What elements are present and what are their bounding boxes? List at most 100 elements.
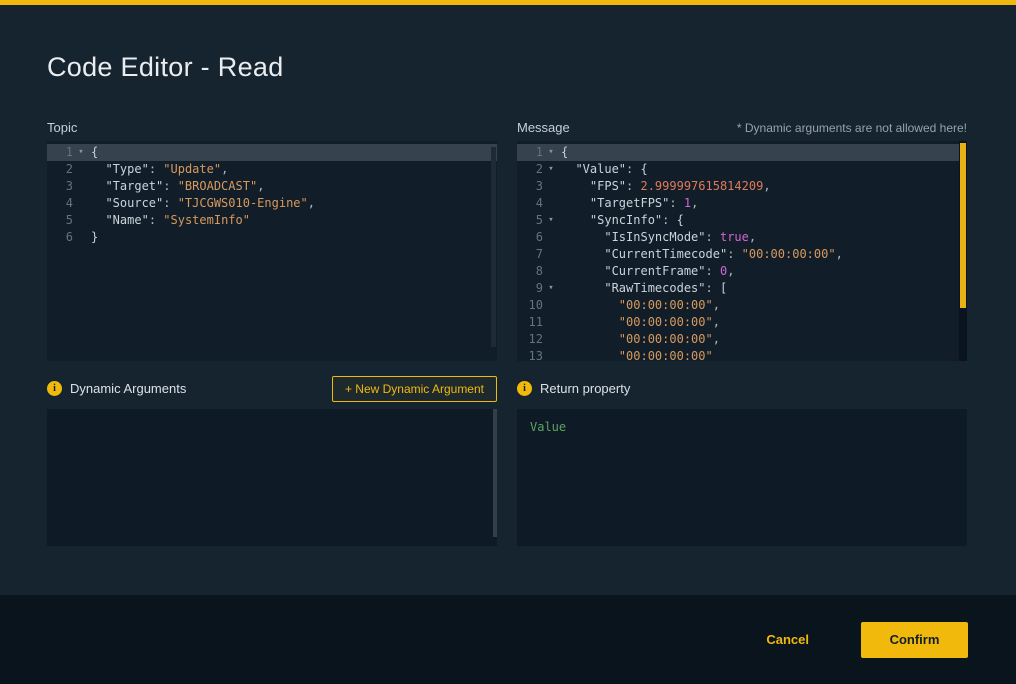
code-text: "FPS": 2.999997615814209, bbox=[561, 178, 771, 195]
editor-line[interactable]: 12 "00:00:00:00", bbox=[517, 331, 967, 348]
return-property-header: i Return property bbox=[517, 375, 967, 402]
fold-toggle-icon[interactable]: ▾ bbox=[543, 280, 559, 297]
editor-gutter: 7 bbox=[517, 246, 561, 263]
code-text: "00:00:00:00", bbox=[561, 314, 720, 331]
fold-spacer bbox=[543, 246, 559, 263]
message-code-editor[interactable]: 1▾{2▾ "Value": {3 "FPS": 2.9999976158142… bbox=[517, 141, 967, 361]
code-text: "TargetFPS": 1, bbox=[561, 195, 698, 212]
line-number: 3 bbox=[517, 178, 543, 195]
fold-toggle-icon[interactable]: ▾ bbox=[543, 212, 559, 229]
line-number: 1 bbox=[517, 144, 543, 161]
editor-line[interactable]: 10 "00:00:00:00", bbox=[517, 297, 967, 314]
code-text: "Name": "SystemInfo" bbox=[91, 212, 250, 229]
message-label: Message bbox=[517, 120, 570, 135]
editor-gutter: 1▾ bbox=[47, 144, 91, 161]
editor-line[interactable]: 8 "CurrentFrame": 0, bbox=[517, 263, 967, 280]
line-number: 9 bbox=[517, 280, 543, 297]
editor-gutter: 6 bbox=[517, 229, 561, 246]
code-text: "SyncInfo": { bbox=[561, 212, 684, 229]
editor-gutter: 3 bbox=[47, 178, 91, 195]
line-number: 13 bbox=[517, 348, 543, 361]
fold-spacer bbox=[543, 331, 559, 348]
line-number: 10 bbox=[517, 297, 543, 314]
line-number: 3 bbox=[47, 178, 73, 195]
confirm-button[interactable]: Confirm bbox=[861, 622, 968, 658]
fold-toggle-icon[interactable]: ▾ bbox=[543, 161, 559, 178]
new-dynamic-argument-button[interactable]: + New Dynamic Argument bbox=[332, 376, 497, 402]
editor-line[interactable]: 4 "TargetFPS": 1, bbox=[517, 195, 967, 212]
fold-toggle-icon[interactable]: ▾ bbox=[543, 144, 559, 161]
message-label-row: Message * Dynamic arguments are not allo… bbox=[517, 118, 967, 141]
info-icon-glyph: i bbox=[523, 384, 526, 394]
fold-spacer bbox=[73, 195, 89, 212]
dynamic-arguments-panel bbox=[47, 409, 497, 546]
editor-line[interactable]: 2 "Type": "Update", bbox=[47, 161, 497, 178]
code-text: { bbox=[561, 144, 568, 161]
code-text: "Source": "TJCGWS010-Engine", bbox=[91, 195, 315, 212]
fold-spacer bbox=[73, 212, 89, 229]
fold-spacer bbox=[73, 178, 89, 195]
topic-code-editor[interactable]: 1▾{2 "Type": "Update",3 "Target": "BROAD… bbox=[47, 141, 497, 361]
dynamic-arguments-scrollbar[interactable] bbox=[493, 409, 497, 537]
code-text: "00:00:00:00", bbox=[561, 297, 720, 314]
code-text: "Value": { bbox=[561, 161, 648, 178]
return-property-label: Return property bbox=[540, 381, 630, 396]
message-editor-scrollbar-thumb[interactable] bbox=[960, 143, 966, 308]
code-text: "00:00:00:00", bbox=[561, 331, 720, 348]
editor-line[interactable]: 1▾{ bbox=[47, 144, 497, 161]
editor-gutter: 9▾ bbox=[517, 280, 561, 297]
editor-line[interactable]: 7 "CurrentTimecode": "00:00:00:00", bbox=[517, 246, 967, 263]
dynamic-arguments-label: Dynamic Arguments bbox=[70, 381, 186, 396]
editor-line[interactable]: 4 "Source": "TJCGWS010-Engine", bbox=[47, 195, 497, 212]
editor-line[interactable]: 5▾ "SyncInfo": { bbox=[517, 212, 967, 229]
fold-spacer bbox=[73, 161, 89, 178]
line-number: 4 bbox=[517, 195, 543, 212]
editor-line[interactable]: 6} bbox=[47, 229, 497, 246]
editor-line[interactable]: 2▾ "Value": { bbox=[517, 161, 967, 178]
editor-line[interactable]: 5 "Name": "SystemInfo" bbox=[47, 212, 497, 229]
code-text: } bbox=[91, 229, 98, 246]
topic-label: Topic bbox=[47, 120, 77, 135]
return-property-value: Value bbox=[530, 420, 566, 434]
dynamic-args-not-allowed-note: * Dynamic arguments are not allowed here… bbox=[737, 121, 967, 135]
editor-line[interactable]: 3 "FPS": 2.999997615814209, bbox=[517, 178, 967, 195]
editor-gutter: 4 bbox=[517, 195, 561, 212]
editor-gutter: 5▾ bbox=[517, 212, 561, 229]
editor-line[interactable]: 3 "Target": "BROADCAST", bbox=[47, 178, 497, 195]
line-number: 12 bbox=[517, 331, 543, 348]
cancel-button[interactable]: Cancel bbox=[766, 632, 809, 647]
fold-spacer bbox=[543, 178, 559, 195]
topic-editor-scrollbar[interactable] bbox=[491, 147, 496, 347]
editor-line[interactable]: 6 "IsInSyncMode": true, bbox=[517, 229, 967, 246]
code-text: "CurrentFrame": 0, bbox=[561, 263, 734, 280]
line-number: 6 bbox=[517, 229, 543, 246]
editor-line[interactable]: 13 "00:00:00:00" bbox=[517, 348, 967, 361]
code-text: "Type": "Update", bbox=[91, 161, 228, 178]
return-property-panel[interactable]: Value bbox=[517, 409, 967, 546]
fold-spacer bbox=[543, 314, 559, 331]
fold-toggle-icon[interactable]: ▾ bbox=[73, 144, 89, 161]
editor-gutter: 2 bbox=[47, 161, 91, 178]
editor-line[interactable]: 11 "00:00:00:00", bbox=[517, 314, 967, 331]
code-text: { bbox=[91, 144, 98, 161]
editor-line[interactable]: 1▾{ bbox=[517, 144, 967, 161]
code-text: "CurrentTimecode": "00:00:00:00", bbox=[561, 246, 843, 263]
fold-spacer bbox=[543, 229, 559, 246]
topic-section: Topic 1▾{2 "Type": "Update",3 "Target": … bbox=[47, 118, 497, 546]
editor-gutter: 12 bbox=[517, 331, 561, 348]
message-editor-scrollbar-track[interactable] bbox=[959, 141, 967, 361]
message-section: Message * Dynamic arguments are not allo… bbox=[517, 118, 967, 546]
editor-line[interactable]: 9▾ "RawTimecodes": [ bbox=[517, 280, 967, 297]
editor-gutter: 1▾ bbox=[517, 144, 561, 161]
line-number: 6 bbox=[47, 229, 73, 246]
code-text: "IsInSyncMode": true, bbox=[561, 229, 756, 246]
line-number: 4 bbox=[47, 195, 73, 212]
topic-label-row: Topic bbox=[47, 118, 497, 141]
line-number: 5 bbox=[47, 212, 73, 229]
fold-spacer bbox=[543, 297, 559, 314]
editor-gutter: 13 bbox=[517, 348, 561, 361]
line-number: 1 bbox=[47, 144, 73, 161]
top-accent-bar bbox=[0, 0, 1016, 5]
fold-spacer bbox=[73, 229, 89, 246]
editor-gutter: 6 bbox=[47, 229, 91, 246]
